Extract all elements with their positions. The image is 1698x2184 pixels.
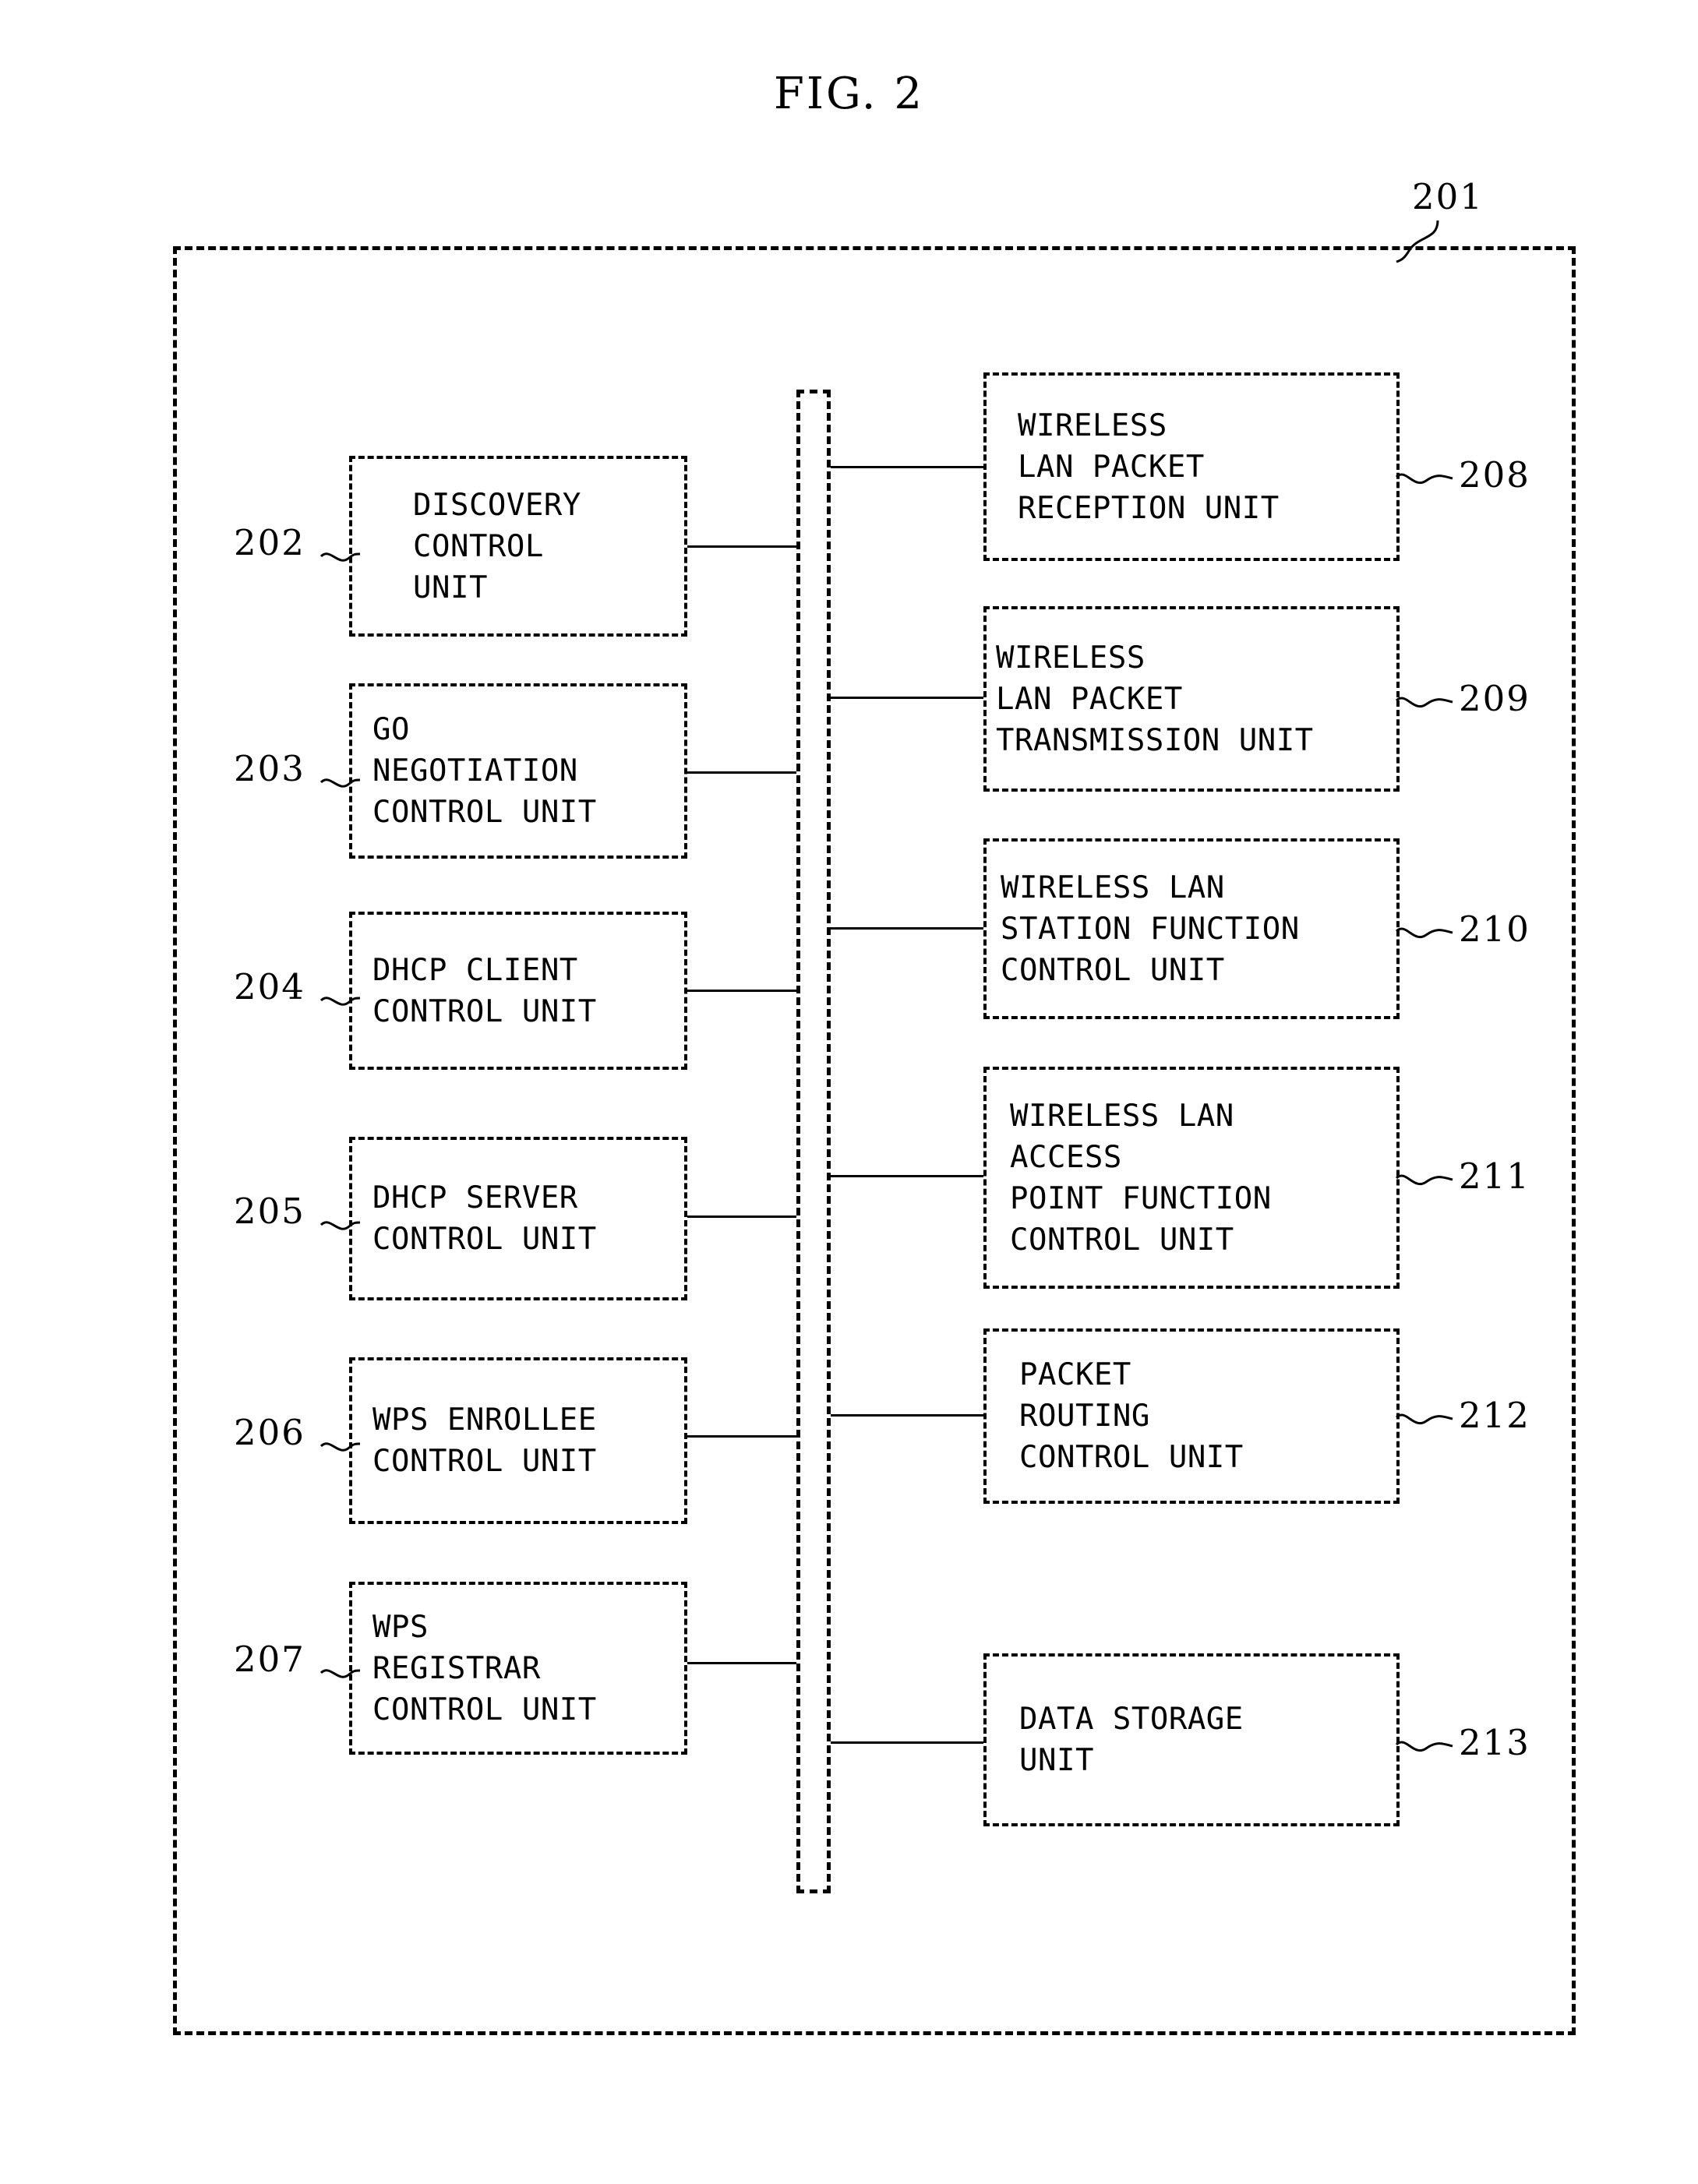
box-line: ROUTING	[1019, 1399, 1150, 1434]
leader-line-211	[1395, 1174, 1453, 1185]
box-line: WIRELESS	[996, 640, 1146, 676]
ref-label-210: 210	[1459, 909, 1530, 950]
box-line: WIRELESS	[1018, 408, 1167, 443]
ref-label-208: 208	[1459, 454, 1530, 496]
connector-bus-208	[826, 466, 987, 468]
box-line: UNIT	[1019, 1743, 1094, 1778]
box-wireless-lan-packet-reception-unit[interactable]: WIRELESS LAN PACKET RECEPTION UNIT	[983, 372, 1400, 561]
ref-label-203: 203	[234, 748, 305, 789]
connector-bus-212	[826, 1414, 987, 1417]
box-line: ACCESS	[1010, 1139, 1122, 1175]
ref-label-213: 213	[1459, 1722, 1530, 1763]
ref-label-206: 206	[234, 1412, 305, 1453]
leader-line-212	[1395, 1413, 1453, 1424]
box-line: UNIT	[413, 570, 488, 605]
box-line: DHCP SERVER	[372, 1180, 578, 1215]
ref-label-211: 211	[1459, 1156, 1530, 1197]
box-line: LAN PACKET	[1018, 449, 1205, 485]
box-wireless-lan-packet-transmission-unit[interactable]: WIRELESS LAN PACKET TRANSMISSION UNIT	[983, 606, 1400, 792]
box-line: CONTROL UNIT	[372, 993, 597, 1029]
box-line: CONTROL UNIT	[372, 1444, 597, 1479]
box-go-negotiation-control-unit[interactable]: GO NEGOTIATION CONTROL UNIT	[349, 683, 687, 859]
connector-204-bus	[686, 990, 801, 992]
leader-line-202	[319, 552, 361, 562]
connector-bus-210	[826, 927, 987, 930]
box-dhcp-client-control-unit[interactable]: DHCP CLIENT CONTROL UNIT	[349, 912, 687, 1070]
box-line: DISCOVERY	[413, 487, 581, 523]
box-line: NEGOTIATION	[372, 753, 578, 789]
box-line: CONTROL UNIT	[372, 1222, 597, 1257]
box-line: CONTROL UNIT	[1001, 952, 1225, 988]
box-line: WIRELESS LAN	[1001, 870, 1225, 905]
leader-line-208	[1395, 473, 1453, 484]
box-line: POINT FUNCTION	[1010, 1180, 1272, 1216]
ref-label-201: 201	[1412, 176, 1484, 217]
box-line: STATION FUNCTION	[1001, 911, 1300, 947]
system-bus	[796, 390, 831, 1893]
box-line: DHCP CLIENT	[372, 952, 578, 988]
box-line: CONTROL UNIT	[372, 795, 597, 830]
connector-202-bus	[686, 545, 801, 548]
leader-line-203	[319, 778, 361, 788]
ref-label-209: 209	[1459, 678, 1530, 719]
box-line: GO	[372, 712, 410, 747]
box-line: WPS	[372, 1609, 429, 1645]
box-line: WPS ENROLLEE	[372, 1402, 597, 1438]
connector-206-bus	[686, 1435, 801, 1438]
leader-line-201	[1396, 220, 1439, 263]
connector-bus-209	[826, 697, 987, 699]
leader-line-205	[319, 1221, 361, 1230]
leader-line-210	[1395, 927, 1453, 938]
figure-title: FIG. 2	[774, 69, 924, 119]
connector-203-bus	[686, 771, 801, 774]
box-line: WIRELESS LAN	[1010, 1098, 1234, 1134]
connector-205-bus	[686, 1215, 801, 1218]
box-discovery-control-unit[interactable]: DISCOVERY CONTROL UNIT	[349, 456, 687, 637]
box-data-storage-unit[interactable]: DATA STORAGE UNIT	[983, 1653, 1400, 1826]
box-line: PACKET	[1019, 1357, 1131, 1392]
box-wps-registrar-control-unit[interactable]: WPS REGISTRAR CONTROL UNIT	[349, 1582, 687, 1755]
box-line: TRANSMISSION UNIT	[996, 722, 1314, 758]
leader-line-209	[1395, 697, 1453, 707]
connector-207-bus	[686, 1662, 801, 1664]
box-wps-enrollee-control-unit[interactable]: WPS ENROLLEE CONTROL UNIT	[349, 1357, 687, 1524]
box-line: LAN PACKET	[996, 681, 1183, 717]
box-line: RECEPTION UNIT	[1018, 490, 1280, 526]
ref-label-202: 202	[234, 522, 305, 563]
ref-label-212: 212	[1459, 1395, 1530, 1436]
box-line: CONTROL UNIT	[372, 1692, 597, 1727]
leader-line-206	[319, 1442, 361, 1452]
connector-bus-211	[826, 1175, 987, 1177]
box-line: REGISTRAR	[372, 1650, 541, 1686]
leader-line-213	[1395, 1741, 1453, 1752]
box-packet-routing-control-unit[interactable]: PACKET ROUTING CONTROL UNIT	[983, 1328, 1400, 1504]
box-line: CONTROL UNIT	[1019, 1440, 1244, 1475]
ref-label-204: 204	[234, 966, 305, 1007]
box-wireless-lan-access-point-function-control-unit[interactable]: WIRELESS LAN ACCESS POINT FUNCTION CONTR…	[983, 1067, 1400, 1289]
box-line: CONTROL	[413, 528, 544, 564]
ref-label-205: 205	[234, 1191, 305, 1232]
box-dhcp-server-control-unit[interactable]: DHCP SERVER CONTROL UNIT	[349, 1137, 687, 1300]
leader-line-204	[319, 997, 361, 1006]
ref-label-207: 207	[234, 1639, 305, 1680]
leader-line-207	[319, 1669, 361, 1678]
box-wireless-lan-station-function-control-unit[interactable]: WIRELESS LAN STATION FUNCTION CONTROL UN…	[983, 838, 1400, 1019]
box-line: DATA STORAGE	[1019, 1702, 1244, 1737]
connector-bus-213	[826, 1741, 987, 1744]
box-line: CONTROL UNIT	[1010, 1222, 1234, 1258]
